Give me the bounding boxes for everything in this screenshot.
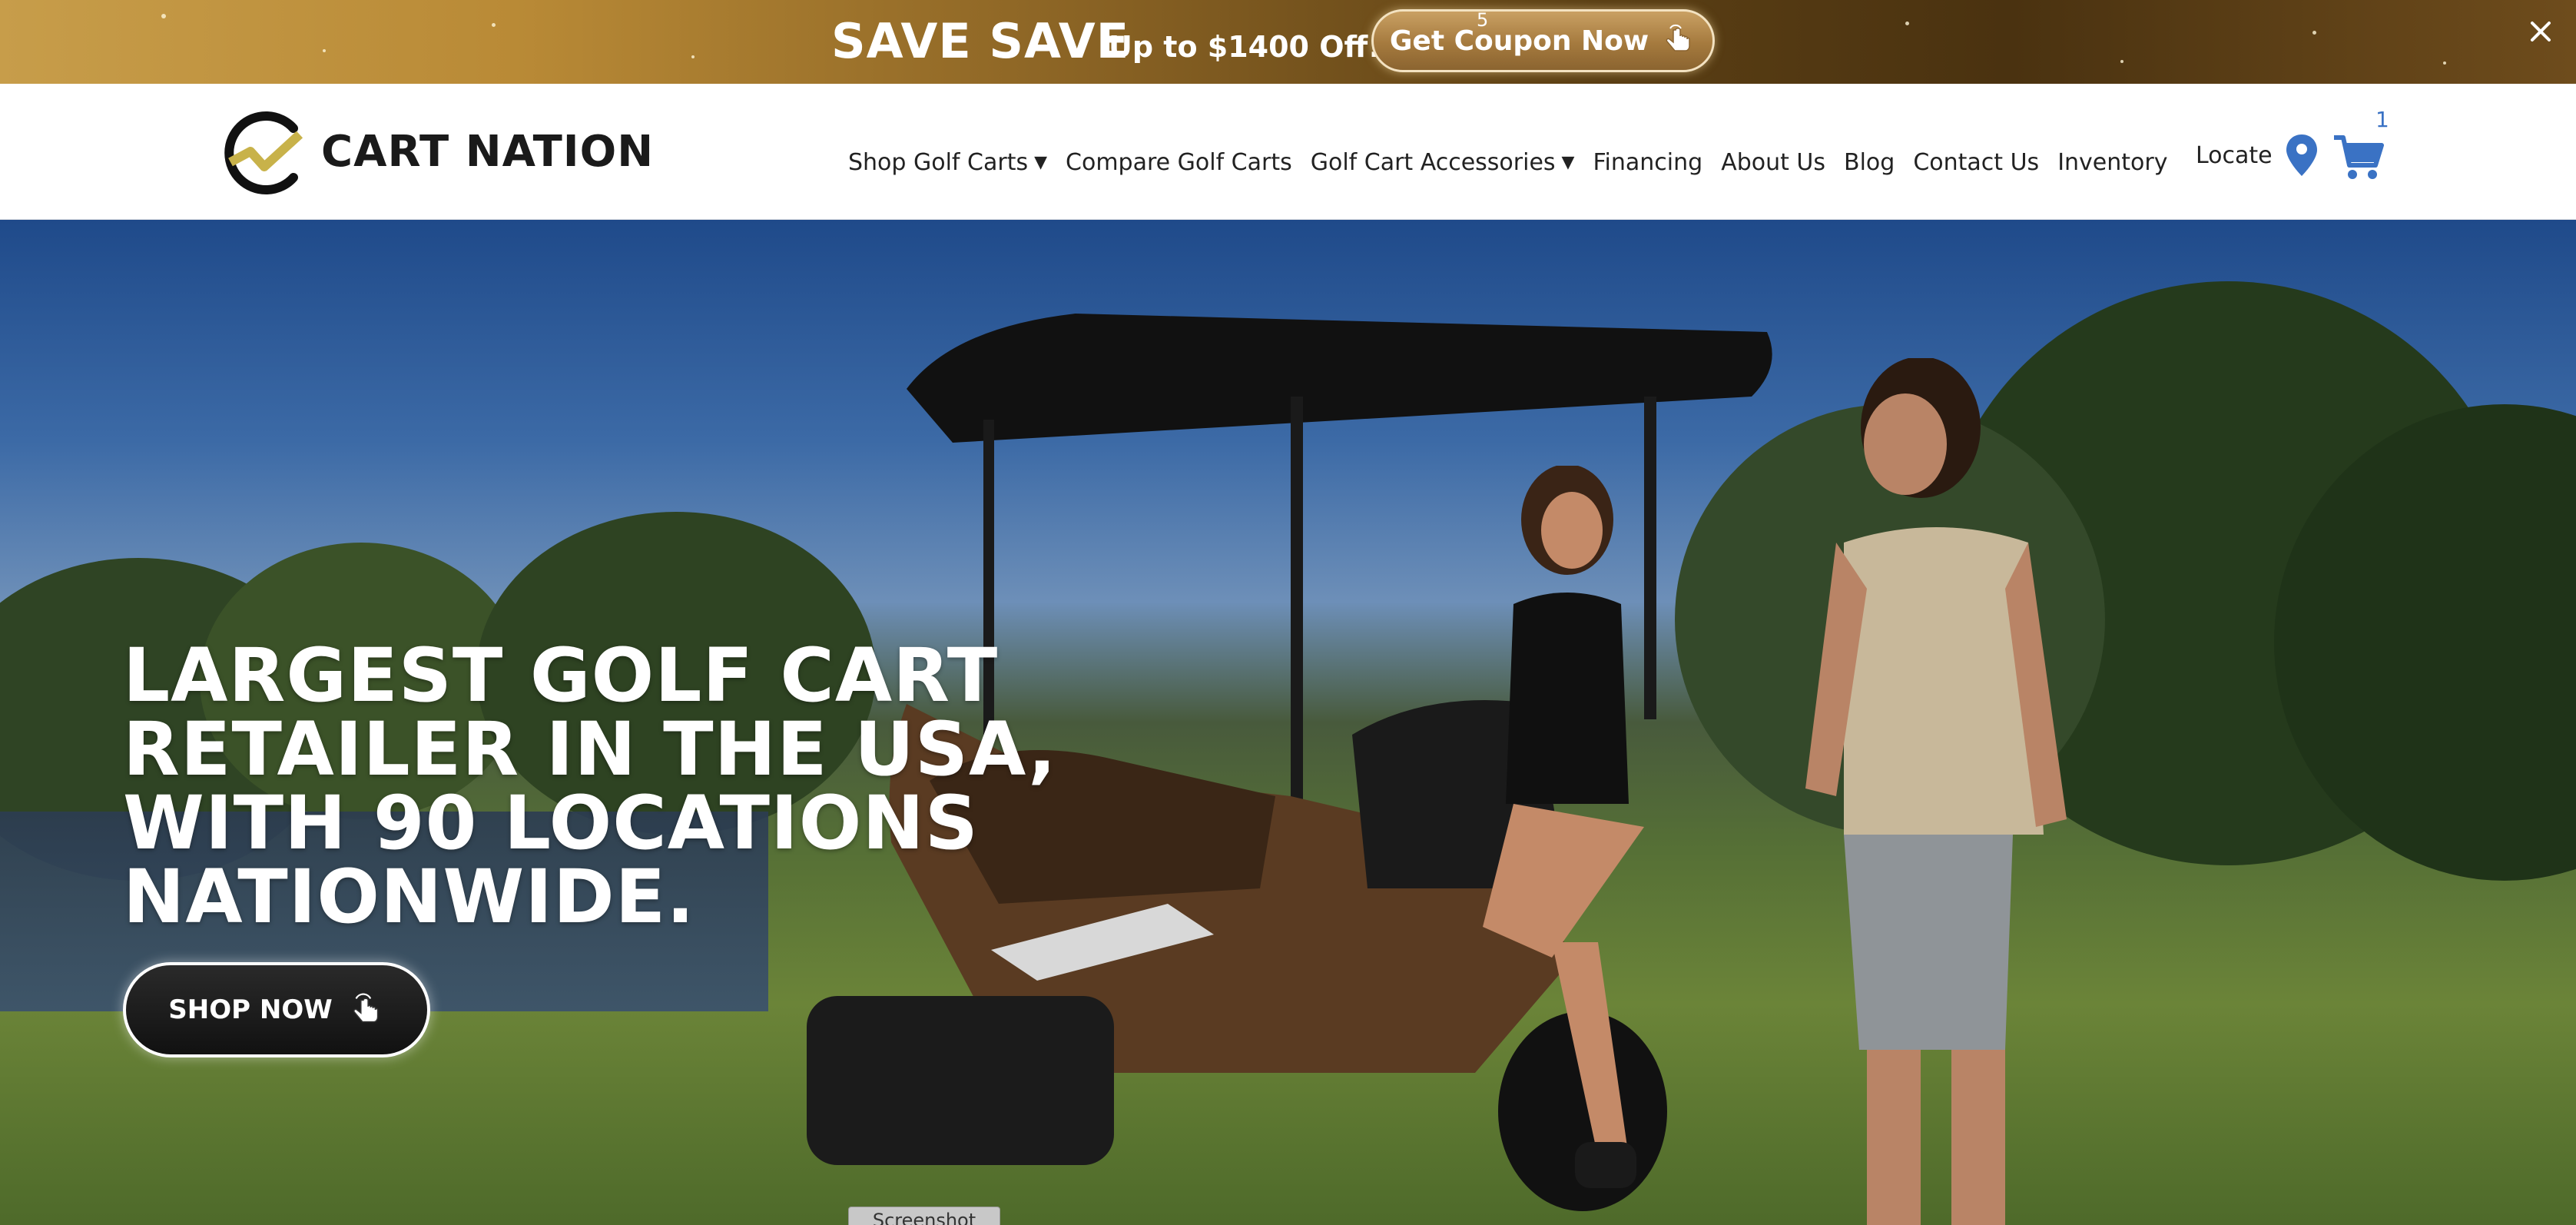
nav-contact-us[interactable]: Contact Us xyxy=(1904,149,2048,176)
nav-label: About Us xyxy=(1721,148,1826,176)
caret-down-icon: ▼ xyxy=(1034,152,1048,172)
site-header: CART NATION Shop Golf Carts ▼ Compare Go… xyxy=(0,84,2576,220)
shopping-cart-icon[interactable] xyxy=(2332,131,2385,184)
hero-banner: LARGEST GOLF CART RETAILER IN THE USA, W… xyxy=(0,220,2576,1225)
logo-mark-icon xyxy=(224,111,303,194)
promo-counter: 5 xyxy=(1477,9,1489,31)
nav-label: Inventory xyxy=(2057,148,2168,176)
nav-financing[interactable]: Financing xyxy=(1583,149,1712,176)
promo-banner: SAVE SAVE Up to $1400 Off! Get Coupon No… xyxy=(0,0,2576,84)
logo-text: CART NATION xyxy=(321,127,655,177)
locate-button[interactable]: Locate xyxy=(2196,133,2319,178)
coupon-button-label: Get Coupon Now xyxy=(1389,25,1649,57)
sparkle-decoration xyxy=(323,49,326,52)
nav-label: Contact Us xyxy=(1913,148,2040,176)
sparkle-decoration xyxy=(691,55,695,58)
man-image xyxy=(1805,358,2067,1225)
promo-subhead: Up to $1400 Off! xyxy=(1109,30,1381,64)
shop-now-button[interactable]: SHOP NOW xyxy=(123,962,430,1057)
nav-label: Blog xyxy=(1844,148,1895,176)
promo-headline: SAVE SAVE xyxy=(831,13,1130,69)
nav-compare-golf-carts[interactable]: Compare Golf Carts xyxy=(1056,149,1301,176)
pointer-hand-icon xyxy=(1666,24,1690,51)
shop-now-label: SHOP NOW xyxy=(168,994,333,1025)
map-pin-icon xyxy=(2286,134,2317,176)
screenshot-tab[interactable]: Screenshot xyxy=(848,1207,1000,1225)
nav-label: Compare Golf Carts xyxy=(1066,148,1292,176)
nav-golf-cart-accessories[interactable]: Golf Cart Accessories ▼ xyxy=(1301,149,1584,176)
pointer-hand-icon xyxy=(353,993,379,1023)
nav-shop-golf-carts[interactable]: Shop Golf Carts ▼ xyxy=(839,149,1056,176)
hero-headline: LARGEST GOLF CART RETAILER IN THE USA, W… xyxy=(123,632,1057,940)
sparkle-decoration xyxy=(161,14,166,18)
nav-about-us[interactable]: About Us xyxy=(1712,149,1835,176)
nav-label: Golf Cart Accessories xyxy=(1310,148,1556,176)
sparkle-decoration xyxy=(1905,22,1909,25)
caret-down-icon: ▼ xyxy=(1561,152,1575,172)
sparkle-decoration xyxy=(2443,61,2446,65)
close-icon[interactable] xyxy=(2526,17,2555,46)
sparkle-decoration xyxy=(2120,60,2123,63)
sparkle-decoration xyxy=(492,23,496,27)
cart-nation-logo[interactable]: CART NATION xyxy=(220,108,653,198)
nav-label: Shop Golf Carts xyxy=(848,148,1029,176)
nav-inventory[interactable]: Inventory xyxy=(2048,149,2177,176)
woman-image xyxy=(1483,466,1644,1188)
get-coupon-button[interactable]: Get Coupon Now xyxy=(1371,9,1715,72)
nav-label: Financing xyxy=(1593,148,1703,176)
cart-count-badge: 1 xyxy=(2375,107,2389,132)
locate-label: Locate xyxy=(2196,141,2273,169)
nav-blog[interactable]: Blog xyxy=(1835,149,1904,176)
sparkle-decoration xyxy=(2312,31,2316,35)
main-navigation: Shop Golf Carts ▼ Compare Golf Carts Gol… xyxy=(839,139,2177,185)
